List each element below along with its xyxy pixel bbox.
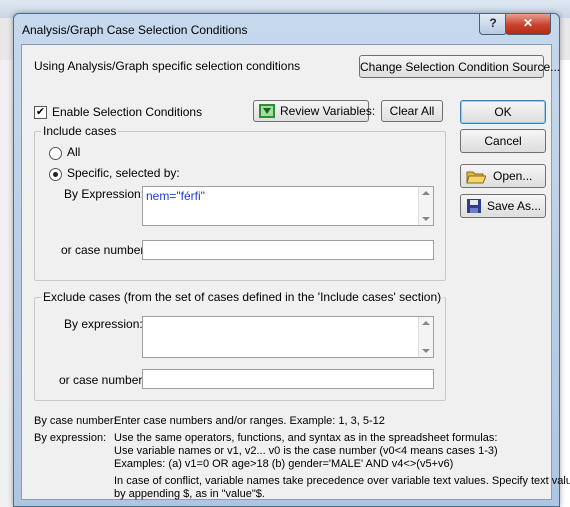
help-conflict-line1: In case of conflict, variable names take… <box>114 475 570 487</box>
include-cases-legend: Include cases <box>41 124 119 138</box>
cancel-button[interactable]: Cancel <box>460 129 546 153</box>
enable-selection-label: Enable Selection Conditions <box>52 105 203 119</box>
exclude-cases-group: Exclude cases (from the set of cases def… <box>34 290 446 401</box>
help-expression-label: By expression: <box>34 432 107 444</box>
include-case-number-label: or case number: <box>61 243 148 257</box>
exclude-case-number-input[interactable] <box>142 369 434 389</box>
include-all-radio[interactable] <box>49 147 62 160</box>
review-variables-icon <box>259 104 275 118</box>
scroll-down-arrow-icon[interactable] <box>422 217 430 221</box>
change-selection-source-button[interactable]: Change Selection Condition Source... <box>359 55 560 78</box>
help-expression-line2: Use variable names or v1, v2... v0 is th… <box>114 445 498 457</box>
radio-selected-dot-icon <box>53 172 58 177</box>
open-button[interactable]: Open... <box>460 164 546 188</box>
ok-button[interactable]: OK <box>460 100 546 124</box>
dialog-client-area: Using Analysis/Graph specific selection … <box>21 44 570 500</box>
include-all-label: All <box>67 145 81 159</box>
open-folder-icon <box>466 171 486 184</box>
help-button[interactable]: ? <box>479 14 507 35</box>
clear-all-button[interactable]: Clear All <box>381 100 443 122</box>
selection-source-description: Using Analysis/Graph specific selection … <box>34 59 301 73</box>
exclude-expression-textarea[interactable] <box>142 316 434 358</box>
dialog-title: Analysis/Graph Case Selection Conditions <box>22 23 248 37</box>
include-by-expression-label: By Expression: <box>64 187 145 201</box>
close-button[interactable]: ✕ <box>505 14 551 35</box>
help-case-number-label: By case number: <box>34 415 117 427</box>
include-cases-group: Include cases All Specific, selected by:… <box>34 124 446 281</box>
dialog-titlebar: Analysis/Graph Case Selection Conditions… <box>14 14 559 44</box>
exclude-expression-scrollbar[interactable] <box>418 317 433 357</box>
help-expression-line1: Use the same operators, functions, and s… <box>114 432 498 444</box>
exclude-case-number-label: or case number: <box>59 373 146 387</box>
floppy-disk-icon <box>467 199 481 213</box>
help-case-number-text: Enter case numbers and/or ranges. Exampl… <box>114 415 385 427</box>
enable-selection-checkbox[interactable]: ✔ <box>34 106 47 119</box>
help-expression-line3: Examples: (a) v1=0 OR age>18 (b) gender=… <box>114 458 454 470</box>
checkmark-icon: ✔ <box>35 106 46 118</box>
save-as-button[interactable]: Save As... <box>460 194 546 218</box>
include-expression-textarea[interactable]: nem="férfi" <box>142 186 434 226</box>
include-case-number-input[interactable] <box>142 240 434 260</box>
scroll-up-arrow-icon[interactable] <box>422 191 430 195</box>
scroll-up-arrow-icon[interactable] <box>422 321 430 325</box>
exclude-cases-legend: Exclude cases (from the set of cases def… <box>41 290 444 304</box>
include-expression-value: nem="férfi" <box>146 189 205 203</box>
help-conflict-line2: by appending $, as in "value"$. <box>114 488 265 500</box>
include-expression-scrollbar[interactable] <box>418 187 433 225</box>
scroll-down-arrow-icon[interactable] <box>422 349 430 353</box>
save-as-label: Save As... <box>487 199 542 213</box>
review-variables-button[interactable]: Review Variables: <box>253 100 375 122</box>
selection-conditions-dialog: Analysis/Graph Case Selection Conditions… <box>13 13 570 507</box>
include-specific-radio[interactable] <box>49 168 62 181</box>
open-label: Open... <box>493 169 533 183</box>
include-specific-label: Specific, selected by: <box>67 166 180 180</box>
review-variables-label: Review Variables: <box>280 104 376 118</box>
exclude-by-expression-label: By expression: <box>64 317 143 331</box>
